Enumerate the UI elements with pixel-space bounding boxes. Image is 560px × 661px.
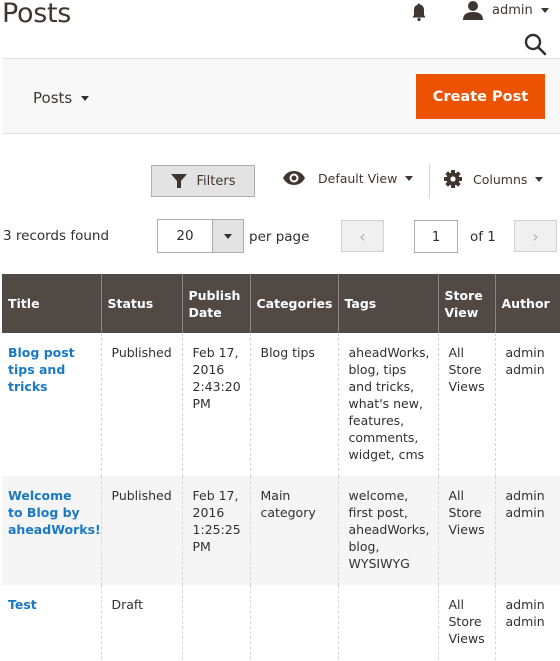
cell-author: admin admin — [494, 333, 560, 476]
column-header-tags[interactable]: Tags — [337, 274, 439, 333]
next-page-button[interactable]: › — [514, 220, 557, 252]
create-post-button[interactable]: Create Post — [416, 74, 545, 119]
switcher-label: Posts — [33, 89, 73, 107]
cell-store-view: All Store Views — [437, 585, 496, 661]
page-actions-bar: Posts Create Post — [2, 58, 560, 134]
current-page-input[interactable] — [414, 220, 458, 253]
cell-author: admin admin — [494, 585, 560, 661]
column-header-author[interactable]: Author — [494, 274, 560, 333]
user-menu[interactable]: admin — [462, 0, 549, 20]
cell-publish-date — [181, 585, 251, 661]
filter-icon — [170, 174, 187, 188]
post-title-link[interactable]: Blog post tips and tricks — [8, 345, 75, 394]
user-name: admin — [492, 2, 533, 18]
per-page-toggle[interactable] — [212, 220, 243, 252]
column-header-categories[interactable]: Categories — [249, 274, 339, 333]
cell-categories: Blog tips — [249, 333, 339, 476]
chevron-right-icon: › — [532, 226, 539, 246]
cell-store-view: All Store Views — [437, 333, 496, 476]
column-header-status[interactable]: Status — [100, 274, 183, 333]
column-header-store-view[interactable]: Store View — [437, 274, 496, 333]
page-title: Posts — [2, 0, 72, 29]
cell-categories — [249, 585, 339, 661]
table-row[interactable]: Blog post tips and tricks Published Feb … — [2, 333, 560, 476]
chevron-down-icon — [405, 175, 414, 181]
columns-label: Columns — [473, 171, 528, 187]
grid-header-row: Title Status Publish Date Categories Tag… — [2, 274, 560, 333]
filters-label: Filters — [196, 173, 236, 189]
bell-icon[interactable] — [409, 2, 429, 22]
eye-icon — [283, 171, 305, 185]
per-page-label: per page — [249, 229, 310, 245]
cell-tags: welcome, first post, aheadWorks, blog, W… — [337, 476, 439, 585]
user-icon — [463, 1, 483, 20]
cell-categories: Main category — [249, 476, 339, 585]
default-view-dropdown[interactable]: Default View — [282, 170, 414, 186]
columns-dropdown[interactable]: Columns — [444, 170, 544, 188]
cell-status: Published — [100, 476, 183, 585]
previous-page-button[interactable]: ‹ — [341, 220, 384, 252]
cell-title: Blog post tips and tricks — [2, 333, 102, 476]
per-page-select[interactable]: 20 — [157, 219, 244, 253]
records-count: 3 records found — [3, 228, 110, 244]
toolbar-divider — [429, 165, 430, 198]
cell-publish-date: Feb 17, 2016 1:25:25 PM — [181, 476, 251, 585]
chevron-down-icon — [81, 95, 90, 101]
cell-status: Draft — [100, 585, 183, 661]
chevron-down-icon — [224, 233, 232, 239]
post-title-link[interactable]: Welcome to Blog by aheadWorks! — [8, 488, 101, 537]
posts-switcher-dropdown[interactable]: Posts — [33, 89, 90, 107]
cell-tags — [337, 585, 439, 661]
total-pages-label: of 1 — [470, 229, 496, 245]
cell-author: admin admin — [494, 476, 560, 585]
chevron-down-icon — [535, 176, 544, 182]
cell-store-view: All Store Views — [437, 476, 496, 585]
posts-grid: Title Status Publish Date Categories Tag… — [2, 274, 560, 661]
post-title-link[interactable]: Test — [8, 597, 37, 612]
search-icon[interactable] — [523, 32, 547, 56]
cell-title: Test — [2, 585, 102, 661]
cell-publish-date: Feb 17, 2016 2:43:20 PM — [181, 333, 251, 476]
cell-tags: aheadWorks, blog, tips and tricks, what'… — [337, 333, 439, 476]
cell-title: Welcome to Blog by aheadWorks! — [2, 476, 102, 585]
view-label: Default View — [318, 170, 398, 186]
column-header-title[interactable]: Title — [2, 274, 102, 333]
cell-status: Published — [100, 333, 183, 476]
per-page-value: 20 — [158, 220, 212, 252]
chevron-left-icon: ‹ — [359, 226, 366, 246]
gear-icon — [444, 170, 462, 188]
chevron-down-icon — [540, 7, 549, 13]
column-header-publish-date[interactable]: Publish Date — [181, 274, 251, 333]
filters-button[interactable]: Filters — [151, 165, 255, 197]
table-row[interactable]: Welcome to Blog by aheadWorks! Published… — [2, 476, 560, 585]
table-row[interactable]: Test Draft All Store Views admin admin — [2, 585, 560, 661]
